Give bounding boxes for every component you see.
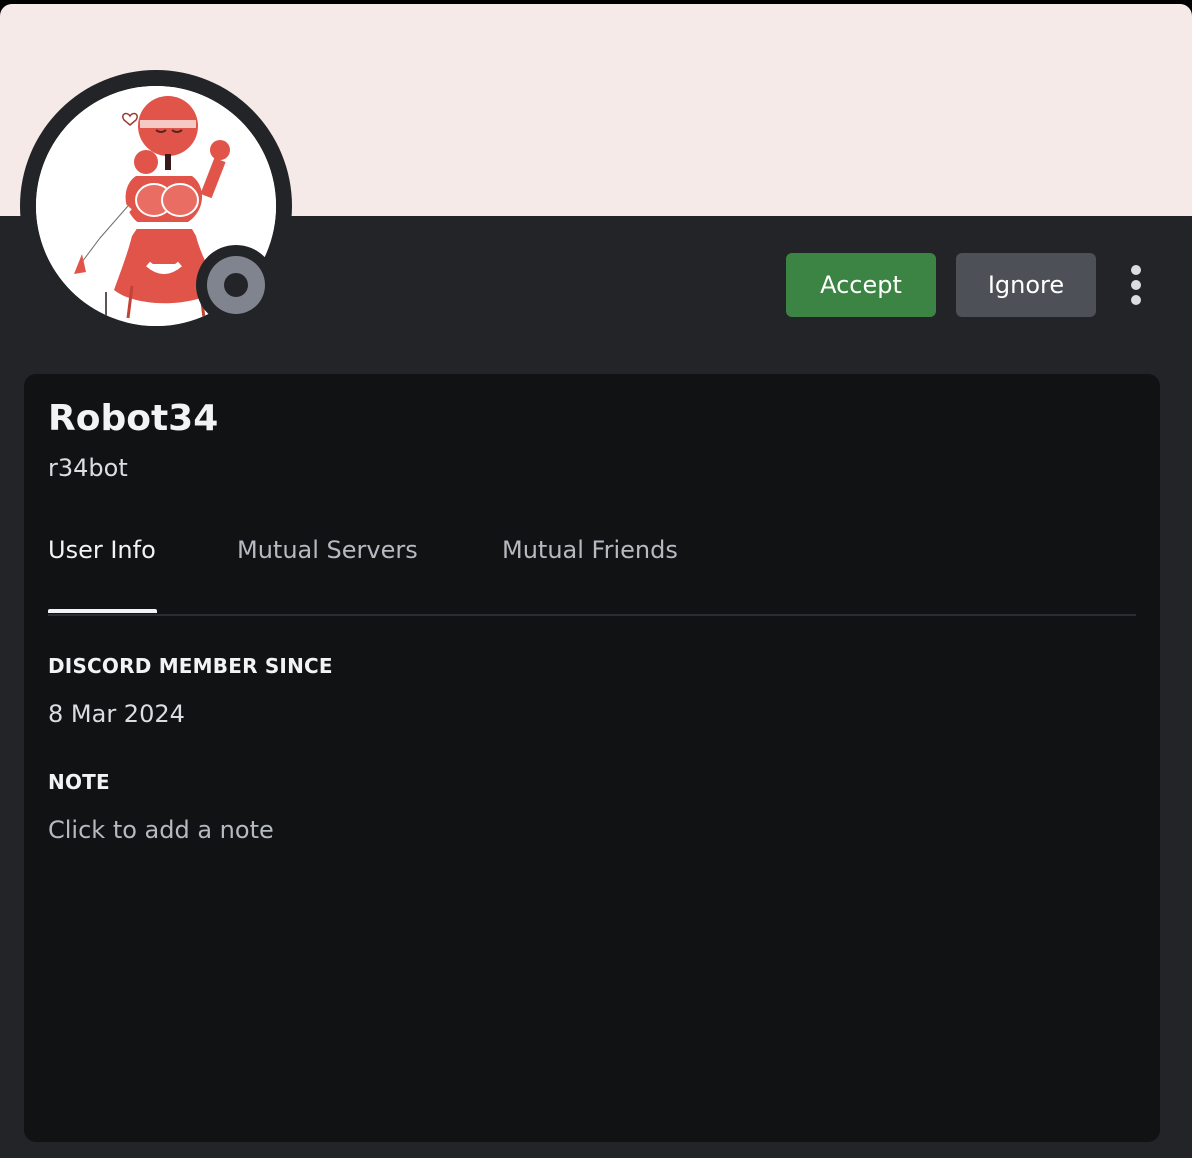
active-tab-indicator — [48, 609, 157, 613]
status-dot-center — [224, 273, 248, 297]
member-since-heading: DISCORD MEMBER SINCE — [48, 654, 333, 678]
username: r34bot — [48, 454, 128, 482]
tab-mutual-servers[interactable]: Mutual Servers — [237, 536, 418, 564]
more-vertical-icon[interactable] — [1116, 261, 1156, 309]
tab-user-info[interactable]: User Info — [48, 536, 156, 564]
avatar-frame — [20, 70, 292, 342]
user-profile-modal: Accept Ignore Robot34 r34bot User Info M… — [0, 4, 1192, 1158]
more-dot — [1131, 295, 1141, 305]
member-since-date: 8 Mar 2024 — [48, 700, 185, 728]
display-name: Robot34 — [48, 398, 219, 439]
more-dot — [1131, 265, 1141, 275]
offline-status-icon — [207, 256, 265, 314]
note-heading: NOTE — [48, 770, 110, 794]
note-input[interactable]: Click to add a note — [48, 816, 648, 852]
more-dot — [1131, 280, 1141, 290]
profile-info-card: Robot34 r34bot User Info Mutual Servers … — [24, 374, 1160, 1142]
tabs-divider — [48, 614, 1136, 616]
accept-button[interactable]: Accept — [786, 253, 936, 317]
tab-mutual-friends[interactable]: Mutual Friends — [502, 536, 678, 564]
status-indicator — [196, 245, 276, 325]
ignore-button[interactable]: Ignore — [956, 253, 1096, 317]
